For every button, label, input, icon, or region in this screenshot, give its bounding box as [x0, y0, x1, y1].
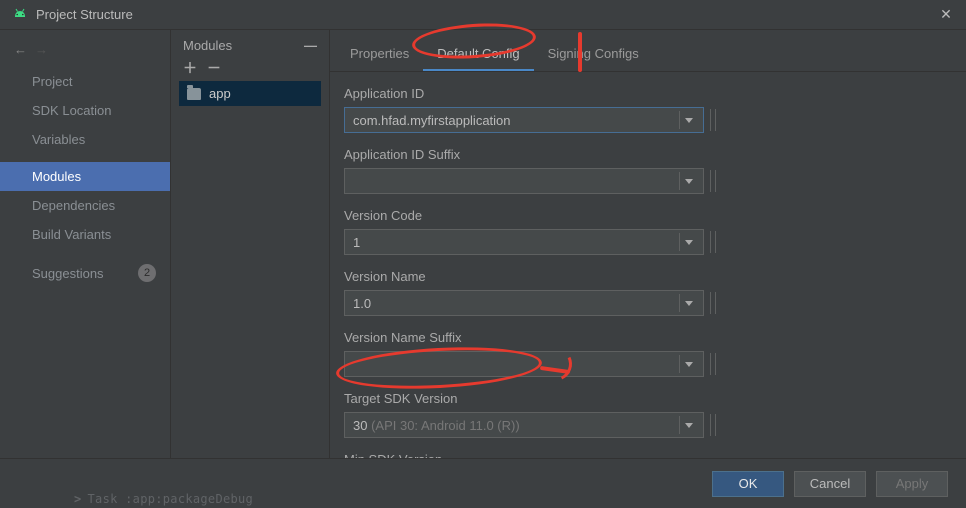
- main-area: ← → Project SDK Location Variables Modul…: [0, 30, 966, 458]
- field-label: Target SDK Version: [344, 391, 952, 406]
- close-icon[interactable]: ✕: [938, 6, 954, 23]
- field-version-name: Version Name 1.0: [344, 269, 952, 316]
- input-value: 30 (API 30: Android 11.0 (R)): [353, 418, 673, 433]
- field-min-sdk: Min SDK Version 19: [344, 452, 952, 458]
- field-version-code: Version Code 1: [344, 208, 952, 255]
- tab-properties[interactable]: Properties: [336, 38, 423, 71]
- chevron-down-icon[interactable]: [679, 233, 697, 251]
- extra-handle[interactable]: [710, 414, 716, 436]
- sidebar-item-modules[interactable]: Modules: [0, 162, 170, 191]
- sidebar-item-project[interactable]: Project: [0, 67, 170, 96]
- field-label: Min SDK Version: [344, 452, 952, 458]
- extra-handle[interactable]: [710, 353, 716, 375]
- sidebar-item-label: Build Variants: [32, 227, 111, 242]
- sidebar-item-label: Suggestions: [32, 266, 104, 281]
- window-title: Project Structure: [36, 7, 938, 22]
- left-sidebar: ← → Project SDK Location Variables Modul…: [0, 30, 170, 458]
- modules-panel: Modules — ＋ － app: [170, 30, 330, 458]
- title-bar: Project Structure ✕: [0, 0, 966, 30]
- field-application-id: Application ID com.hfad.myfirstapplicati…: [344, 86, 952, 133]
- chevron-down-icon[interactable]: [679, 294, 697, 312]
- version-name-input[interactable]: 1.0: [344, 290, 704, 316]
- sidebar-item-build-variants[interactable]: Build Variants: [0, 220, 170, 249]
- field-label: Version Code: [344, 208, 952, 223]
- tab-signing-configs[interactable]: Signing Configs: [534, 38, 653, 71]
- modules-header-label: Modules: [183, 38, 232, 53]
- modules-tools: ＋ －: [179, 59, 321, 81]
- version-code-input[interactable]: 1: [344, 229, 704, 255]
- sidebar-item-label: Variables: [32, 132, 85, 147]
- chevron-down-icon[interactable]: [679, 416, 697, 434]
- extra-handle[interactable]: [710, 292, 716, 314]
- field-target-sdk: Target SDK Version 30 (API 30: Android 1…: [344, 391, 952, 438]
- apply-button[interactable]: Apply: [876, 471, 948, 497]
- nav-back-icon[interactable]: ←: [14, 42, 27, 57]
- extra-handle[interactable]: [710, 109, 716, 131]
- nav-arrows: ← →: [0, 38, 170, 67]
- tab-bar: Properties Default Config Signing Config…: [330, 30, 966, 72]
- chevron-down-icon[interactable]: [679, 111, 697, 129]
- cancel-button[interactable]: Cancel: [794, 471, 866, 497]
- input-value: 1: [353, 235, 673, 250]
- sidebar-item-sdk-location[interactable]: SDK Location: [0, 96, 170, 125]
- module-label: app: [209, 86, 231, 101]
- form-area: Application ID com.hfad.myfirstapplicati…: [330, 72, 966, 458]
- tab-label: Default Config: [437, 46, 519, 61]
- android-icon: [12, 7, 28, 23]
- application-id-suffix-input[interactable]: [344, 168, 704, 194]
- background-task-output: >Task :app:packageDebug: [74, 492, 253, 506]
- sidebar-item-dependencies[interactable]: Dependencies: [0, 191, 170, 220]
- input-value: 1.0: [353, 296, 673, 311]
- sidebar-item-variables[interactable]: Variables: [0, 125, 170, 154]
- sidebar-item-label: Dependencies: [32, 198, 115, 213]
- sidebar-item-suggestions[interactable]: Suggestions 2: [0, 257, 170, 289]
- sidebar-item-label: Modules: [32, 169, 81, 184]
- field-label: Version Name: [344, 269, 952, 284]
- tab-label: Signing Configs: [548, 46, 639, 61]
- tab-label: Properties: [350, 46, 409, 61]
- version-name-suffix-input[interactable]: [344, 351, 704, 377]
- extra-handle[interactable]: [710, 231, 716, 253]
- remove-module-icon[interactable]: －: [207, 61, 221, 75]
- chevron-down-icon[interactable]: [679, 172, 697, 190]
- folder-icon: [187, 88, 201, 100]
- collapse-icon[interactable]: —: [304, 38, 317, 53]
- target-sdk-input[interactable]: 30 (API 30: Android 11.0 (R)): [344, 412, 704, 438]
- modules-header: Modules —: [179, 38, 321, 59]
- module-row-app[interactable]: app: [179, 81, 321, 106]
- tab-default-config[interactable]: Default Config: [423, 38, 533, 71]
- application-id-input[interactable]: com.hfad.myfirstapplication: [344, 107, 704, 133]
- extra-handle[interactable]: [710, 170, 716, 192]
- nav-forward-icon[interactable]: →: [35, 42, 48, 57]
- field-label: Application ID Suffix: [344, 147, 952, 162]
- sidebar-item-label: SDK Location: [32, 103, 112, 118]
- field-application-id-suffix: Application ID Suffix: [344, 147, 952, 194]
- chevron-down-icon[interactable]: [679, 355, 697, 373]
- input-value: com.hfad.myfirstapplication: [353, 113, 673, 128]
- field-version-name-suffix: Version Name Suffix: [344, 330, 952, 377]
- field-label: Version Name Suffix: [344, 330, 952, 345]
- field-label: Application ID: [344, 86, 952, 101]
- suggestions-badge: 2: [138, 264, 156, 282]
- ok-button[interactable]: OK: [712, 471, 784, 497]
- content-panel: Properties Default Config Signing Config…: [330, 30, 966, 458]
- sidebar-item-label: Project: [32, 74, 72, 89]
- add-module-icon[interactable]: ＋: [183, 61, 197, 75]
